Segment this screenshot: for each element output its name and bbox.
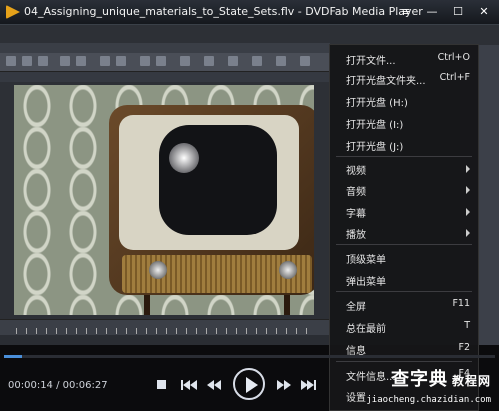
toolbar-icon [22, 56, 32, 66]
toolbar-icon [60, 56, 70, 66]
tv-screen-glare [169, 143, 199, 173]
video-max-statusbar [0, 335, 330, 345]
close-button[interactable]: ✕ [473, 3, 495, 20]
menu-item-fullscreen[interactable]: 全屏 F11 [330, 295, 478, 313]
menu-separator [336, 291, 472, 292]
menu-item-open-disc-i[interactable]: 打开光盘 (I:) [330, 113, 478, 131]
tv-leg [144, 295, 150, 315]
window-controls: ≡ — ☐ ✕ [395, 3, 495, 20]
toolbar-icon [156, 56, 166, 66]
menu-item-open-disc-h[interactable]: 打开光盘 (H:) [330, 91, 478, 109]
menu-separator [336, 156, 472, 157]
fast-forward-button[interactable] [277, 379, 293, 391]
window-title: 04_Assigning_unique_materials_to_State_S… [24, 5, 423, 18]
watermark-sub: 教程网 [451, 374, 491, 388]
menu-item-playback[interactable]: 播放 [330, 223, 478, 241]
previous-icon [190, 380, 197, 390]
play-button[interactable] [233, 368, 265, 400]
menu-item-always-on-top[interactable]: 总在最前 T [330, 317, 478, 335]
menu-item-top-menu[interactable]: 顶级菜单 [330, 248, 478, 266]
toolbar-icon [180, 56, 190, 66]
submenu-arrow-icon [466, 229, 470, 237]
tv-leg [284, 295, 290, 315]
seek-bar-fill [4, 355, 22, 358]
title-bar: 04_Assigning_unique_materials_to_State_S… [0, 0, 499, 25]
fast-forward-icon [284, 380, 291, 390]
timeline-ticks [16, 328, 316, 334]
video-max-tabs [0, 72, 330, 82]
menu-item-open-disc-j[interactable]: 打开光盘 (J:) [330, 135, 478, 153]
toolbar-icon [300, 56, 310, 66]
toolbar-icon [140, 56, 150, 66]
stop-icon [157, 380, 166, 389]
toolbar-icon [100, 56, 110, 66]
tv-render-scene [14, 85, 314, 315]
next-button[interactable] [301, 379, 317, 391]
toolbar-icon [252, 56, 262, 66]
toolbar-icon [228, 56, 238, 66]
tv-screen [159, 125, 277, 235]
tv-knob-right [279, 261, 297, 279]
next-icon [307, 380, 314, 390]
watermark-brand: 查字典 [390, 369, 448, 390]
watermark-logo: 查字典 教程网 [391, 365, 491, 391]
toolbar-icon [204, 56, 214, 66]
previous-button[interactable] [181, 379, 197, 391]
video-max-toolbar [0, 53, 330, 72]
playback-controls [155, 368, 317, 404]
menu-item-video[interactable]: 视频 [330, 159, 478, 177]
dvdfab-app-icon [6, 5, 20, 19]
rewind-button[interactable] [207, 379, 223, 391]
menu-item-audio[interactable]: 音频 [330, 180, 478, 198]
previous-icon [183, 380, 190, 390]
toolbar-icon [6, 56, 16, 66]
menu-item-open-file[interactable]: 打开文件... Ctrl+O [330, 49, 478, 67]
toolbar-icon [116, 56, 126, 66]
menu-separator [336, 244, 472, 245]
watermark-url: jiaocheng.chazidian.com [366, 395, 491, 405]
toolbar-icon [38, 56, 48, 66]
menu-button[interactable]: ≡ [395, 3, 417, 20]
seek-bar[interactable] [4, 355, 495, 358]
play-icon [246, 377, 258, 393]
toolbar-icon [276, 56, 286, 66]
submenu-arrow-icon [466, 186, 470, 194]
fast-forward-icon [277, 380, 284, 390]
time-display: 00:00:14 / 00:06:27 [8, 380, 108, 391]
video-max-titlebar [0, 43, 330, 53]
rewind-icon [214, 380, 221, 390]
submenu-arrow-icon [466, 208, 470, 216]
menu-item-open-disc-folder[interactable]: 打开光盘文件夹... Ctrl+F [330, 69, 478, 87]
menu-separator [336, 361, 472, 362]
maximize-button[interactable]: ☐ [447, 3, 469, 20]
stop-button[interactable] [155, 368, 169, 402]
submenu-arrow-icon [466, 165, 470, 173]
toolbar-icon [76, 56, 86, 66]
next-icon [314, 380, 316, 390]
tv-knob-left [149, 261, 167, 279]
minimize-button[interactable]: — [421, 3, 443, 20]
menu-item-popup-menu[interactable]: 弹出菜单 [330, 270, 478, 288]
menu-item-subtitles[interactable]: 字幕 [330, 202, 478, 220]
rewind-icon [207, 380, 214, 390]
